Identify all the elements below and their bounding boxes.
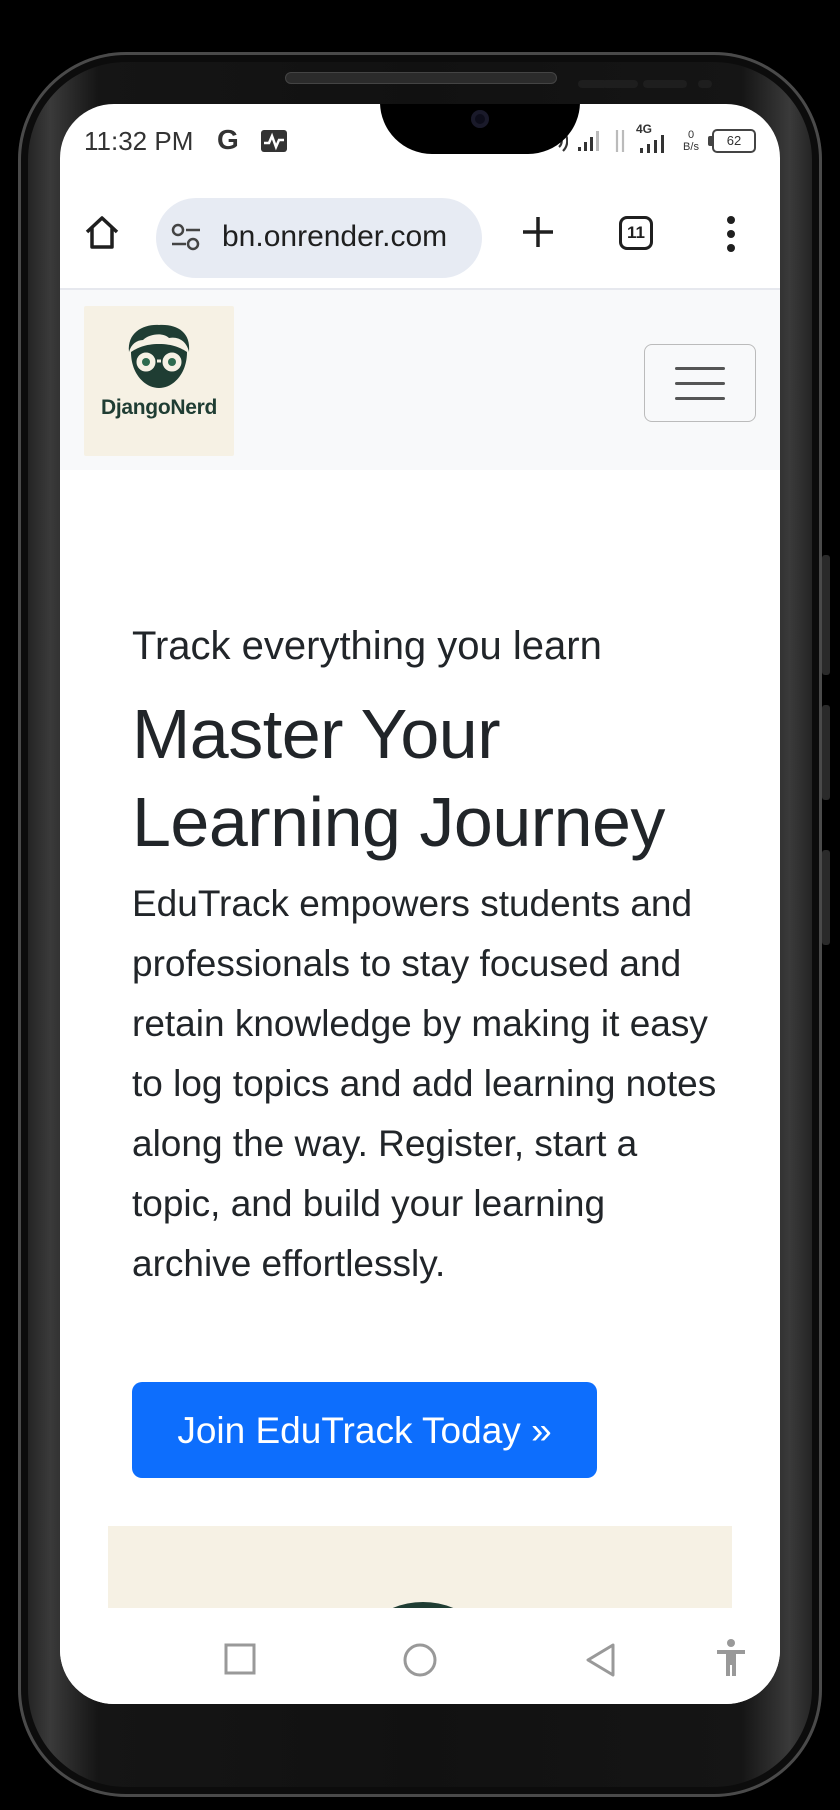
front-camera bbox=[471, 110, 489, 128]
side-button bbox=[822, 850, 830, 945]
system-navigation-bar bbox=[60, 1608, 780, 1704]
notch bbox=[380, 104, 580, 154]
new-tab-icon[interactable] bbox=[520, 214, 556, 250]
recents-icon[interactable] bbox=[223, 1642, 257, 1676]
browser-menu-icon[interactable] bbox=[716, 214, 746, 254]
net-speed: 0 B/s bbox=[678, 129, 704, 153]
data-transfer-icon bbox=[615, 130, 625, 152]
earpiece-speaker bbox=[285, 72, 557, 84]
signal-icon bbox=[578, 131, 599, 151]
sensor bbox=[602, 80, 638, 88]
volume-button bbox=[822, 555, 830, 675]
nerd-face-icon bbox=[128, 324, 190, 388]
navbar-toggler-button[interactable] bbox=[644, 344, 756, 422]
site-navbar: DjangoNerd bbox=[60, 290, 780, 470]
address-bar[interactable]: bn.onrender.com bbox=[156, 198, 482, 278]
activity-icon bbox=[261, 130, 287, 152]
site-settings-icon[interactable] bbox=[170, 222, 202, 252]
net-speed-unit: B/s bbox=[683, 141, 699, 153]
hero-subtitle: Track everything you learn bbox=[132, 624, 602, 668]
back-icon[interactable] bbox=[583, 1642, 617, 1678]
signal-bars-icon bbox=[640, 135, 664, 153]
brand-name: DjangoNerd bbox=[100, 396, 217, 419]
battery-icon: 62 bbox=[708, 129, 756, 153]
sensor bbox=[698, 80, 712, 88]
hero-lead-text: EduTrack empowers students and professio… bbox=[132, 883, 717, 1284]
status-time: 11:32 PM bbox=[84, 126, 194, 156]
tab-switcher-button[interactable]: 11 bbox=[619, 216, 653, 250]
join-edutrack-button[interactable]: Join EduTrack Today » bbox=[132, 1382, 597, 1478]
net-speed-value: 0 bbox=[687, 129, 695, 141]
sensor bbox=[643, 80, 687, 88]
google-icon: G bbox=[217, 124, 239, 155]
home-icon[interactable] bbox=[82, 212, 122, 252]
mobile-signal-4g: 4G bbox=[636, 122, 670, 156]
power-button bbox=[822, 705, 830, 800]
phone-screen: 11:32 PM G 4G 0 B/s 62 bn.onrender.com 1… bbox=[60, 104, 780, 1704]
url-text[interactable]: bn.onrender.com bbox=[222, 220, 447, 254]
accessibility-icon[interactable] bbox=[714, 1638, 748, 1678]
home-nav-icon[interactable] bbox=[402, 1642, 438, 1678]
hero-title: Master Your Learning Journey bbox=[132, 695, 665, 861]
brand-logo[interactable]: DjangoNerd bbox=[84, 306, 234, 456]
browser-toolbar: bn.onrender.com 11 bbox=[60, 184, 780, 290]
